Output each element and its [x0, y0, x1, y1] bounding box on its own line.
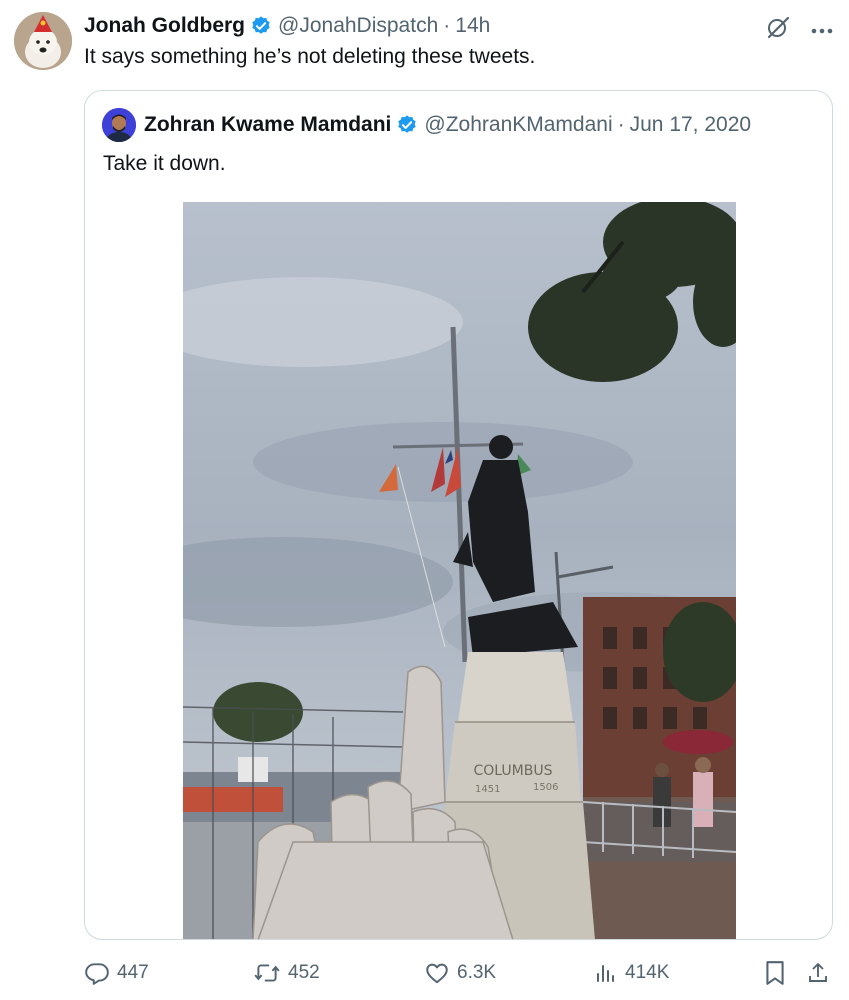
quoted-tweet-photo[interactable]: COLUMBUS 1451 1506	[183, 202, 736, 939]
tweet-text: It says something he’s not deleting thes…	[84, 45, 536, 68]
reply-button[interactable]: 447	[84, 955, 149, 991]
quoted-author-avatar[interactable]	[102, 108, 136, 142]
quoted-tweet-card[interactable]: Zohran Kwame Mamdani @ZohranKMamdani · J…	[84, 90, 833, 940]
share-icon	[806, 960, 830, 986]
tweet-action-bar: 447 452 6.3K 414K	[0, 955, 849, 991]
statue-year-right: 1506	[533, 782, 558, 793]
reply-icon	[84, 960, 110, 986]
verified-badge-icon	[396, 114, 418, 136]
grok-icon[interactable]	[765, 14, 791, 45]
views-icon	[594, 961, 618, 985]
quoted-author-name[interactable]: Zohran Kwame Mamdani	[144, 113, 391, 137]
reply-count: 447	[117, 962, 149, 983]
separator-dot: ·	[443, 14, 451, 37]
views-count: 414K	[625, 962, 670, 983]
like-icon	[424, 960, 450, 986]
separator-dot: ·	[617, 113, 625, 136]
statue-inscription: COLUMBUS	[474, 763, 553, 779]
quoted-author-handle[interactable]: @ZohranKMamdani	[424, 113, 612, 137]
quoted-tweet-text: Take it down.	[103, 152, 226, 175]
tweet-time[interactable]: 14h	[455, 14, 490, 38]
tweet-header: Jonah Goldberg @JonahDispatch · 14h	[84, 12, 490, 40]
repost-icon	[253, 960, 281, 986]
like-button[interactable]: 6.3K	[424, 955, 496, 991]
tweet-top-actions	[765, 14, 833, 45]
repost-count: 452	[288, 962, 320, 983]
like-count: 6.3K	[457, 962, 497, 983]
statue-year-left: 1451	[475, 784, 500, 795]
bookmark-icon	[764, 960, 786, 986]
bookmark-button[interactable]	[764, 955, 786, 991]
repost-button[interactable]: 452	[253, 955, 320, 991]
quoted-tweet-date[interactable]: Jun 17, 2020	[630, 113, 751, 137]
verified-badge-icon	[250, 15, 272, 37]
author-handle[interactable]: @JonahDispatch	[278, 14, 438, 38]
views-button[interactable]: 414K	[594, 955, 669, 991]
author-avatar[interactable]	[14, 12, 72, 70]
more-icon[interactable]	[811, 21, 833, 39]
author-name[interactable]: Jonah Goldberg	[84, 14, 245, 38]
quoted-tweet-header: Zohran Kwame Mamdani @ZohranKMamdani · J…	[144, 111, 751, 139]
share-button[interactable]	[806, 955, 830, 991]
